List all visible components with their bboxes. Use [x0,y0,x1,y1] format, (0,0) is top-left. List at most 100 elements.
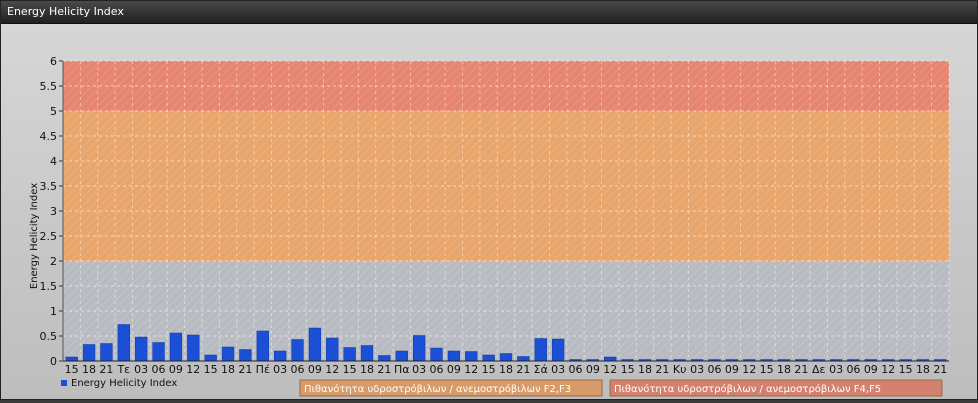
y-tick-label: 4.5 [40,130,58,143]
x-tick-label: Κυ [673,363,687,376]
y-tick-label: 2.5 [40,230,58,243]
x-tick-label: 18 [221,363,235,376]
x-tick-label: 15 [621,363,635,376]
x-tick-label: 03 [134,363,148,376]
bar [204,354,217,362]
x-tick-label: Δε [812,363,826,376]
bar [430,347,443,362]
x-tick-label: 18 [777,363,791,376]
bar [256,330,269,362]
bar [534,338,547,362]
x-tick-label: 15 [482,363,496,376]
x-axis-ticks: 15 18 21 Τε 03 06 09 12 15 18 21 Πέ 03 06 09 12 15 18 21 Πα… [65,363,948,376]
bar [447,350,461,362]
bar [343,347,356,362]
x-tick-label: 21 [933,363,947,376]
bar [499,353,513,362]
x-tick-label: Σά [534,363,548,376]
x-tick-label: 18 [360,363,374,376]
x-tick-label: 21 [238,363,252,376]
bar [517,356,530,362]
x-tick-label: 06 [846,363,860,376]
x-tick-label: 03 [829,363,843,376]
bar [187,334,200,362]
bar [291,339,304,362]
x-tick-label: 12 [325,363,339,376]
bar [551,338,565,362]
bar [412,335,426,362]
x-tick-label: 21 [655,363,669,376]
y-tick-label: 3 [50,205,57,218]
x-tick-label: 15 [899,363,913,376]
x-tick-label: 06 [568,363,582,376]
x-tick-label: 12 [742,363,756,376]
bar [100,343,113,362]
x-tick-label: 21 [516,363,530,376]
x-tick-label: 15 [65,363,79,376]
ehi-bar-chart: 0 0.5 1 1.5 2 2.5 3 3.5 4 4.5 5 5.5 6 Energy Helicit… [29,55,950,397]
x-tick-label: Πέ [256,363,270,376]
x-tick-label: 09 [586,363,600,376]
x-tick-label: 09 [725,363,739,376]
chart-area: 0 0.5 1 1.5 2 2.5 3 3.5 4 4.5 5 5.5 6 Energy Helicit… [1,24,977,399]
bar [135,336,148,362]
y-tick-label: 0 [50,355,57,368]
x-tick-label: 03 [551,363,565,376]
x-tick-label: 18 [499,363,513,376]
x-tick-label: 21 [377,363,391,376]
bar [308,327,322,362]
bar [378,355,391,362]
bar [169,332,183,362]
x-tick-label: 09 [447,363,461,376]
y-tick-label: 1.5 [40,280,58,293]
x-tick-label: Πα [394,363,410,376]
bar [239,349,252,362]
y-tick-label: 4 [50,155,57,168]
x-tick-label: 12 [603,363,617,376]
chart-window: Energy Helicity Index 0 0.5 1 1.5 2 2.5 3 3.5 4 4… [0,0,978,400]
x-tick-label: 15 [204,363,218,376]
legend-band-label-0: Πιθανότητα υδροστρόβιλων / ανεμοστρόβιλω… [304,383,571,395]
legend-label-series: Energy Helicity Index [71,378,177,389]
bar [360,345,374,362]
bar [274,350,287,362]
y-tick-label: 3.5 [40,180,58,193]
legend: Energy Helicity Index Πιθανότητα υδροστρό… [61,378,943,397]
bar [152,342,165,362]
x-tick-label: 09 [864,363,878,376]
y-tick-label: 1 [50,305,57,318]
y-tick-label: 2 [50,255,57,268]
x-tick-label: 06 [291,363,305,376]
x-tick-label: 15 [343,363,357,376]
x-tick-label: 09 [169,363,183,376]
bar [465,351,478,362]
y-tick-label: 5.5 [40,80,58,93]
x-tick-label: 12 [186,363,200,376]
bar [604,356,617,362]
x-tick-label: 18 [638,363,652,376]
x-tick-label: 03 [273,363,287,376]
legend-band-label-1: Πιθανότητα υδροστρόβιλων / ανεμοστρόβιλω… [614,383,881,395]
y-axis-ticks: 0 0.5 1 1.5 2 2.5 3 3.5 4 4.5 5 5.5 6 [40,55,63,368]
bar [326,337,339,362]
y-tick-label: 0.5 [40,330,58,343]
x-tick-label: 18 [82,363,96,376]
y-axis-label: Energy Helicity Index [29,183,40,289]
x-tick-label: 12 [464,363,478,376]
bar [117,324,130,362]
x-tick-label: 06 [430,363,444,376]
x-tick-label: 06 [707,363,721,376]
x-tick-label: 21 [794,363,808,376]
bar [221,346,235,362]
y-tick-label: 5 [50,105,57,118]
bar [482,354,495,362]
bar [395,350,408,362]
x-tick-label: 03 [690,363,704,376]
legend-swatch-series [61,380,67,386]
bar [65,356,78,362]
x-tick-label: 06 [152,363,166,376]
x-tick-label: 21 [99,363,113,376]
x-tick-label: 12 [881,363,895,376]
window-title: Energy Helicity Index [7,5,124,18]
x-tick-label: 18 [916,363,930,376]
